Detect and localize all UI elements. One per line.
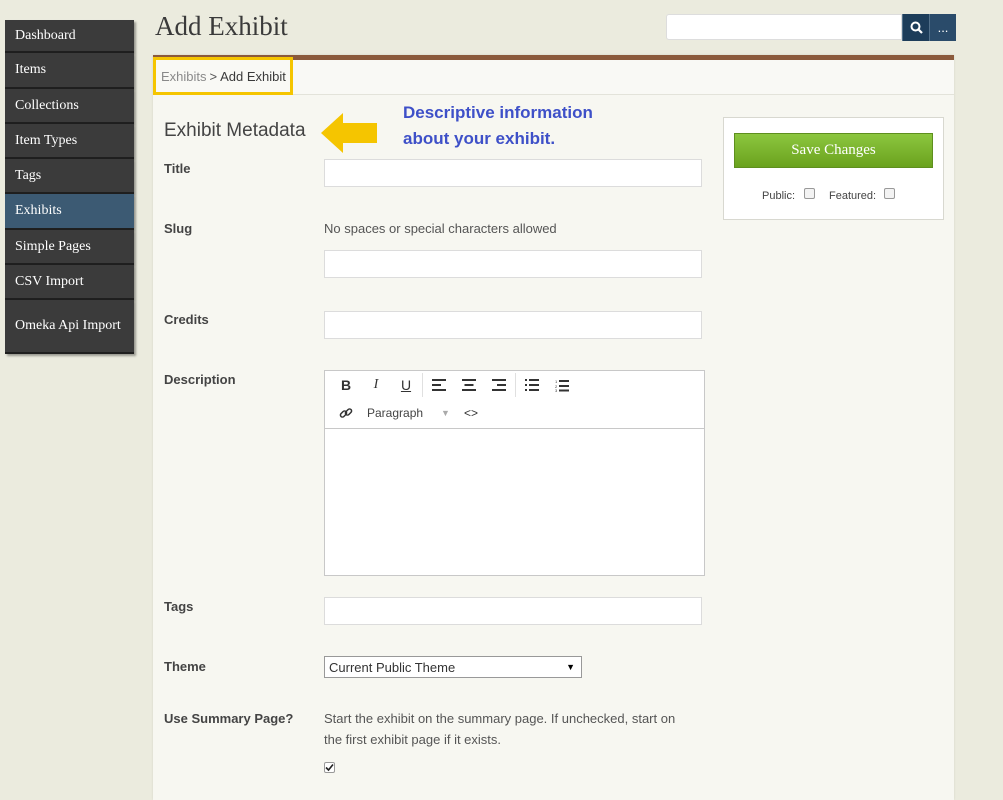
search-button[interactable] (902, 14, 929, 41)
annotation-line-2: about your exhibit. (403, 129, 556, 148)
bullet-list-icon[interactable] (517, 373, 547, 397)
chevron-down-icon: ▼ (566, 662, 575, 672)
annotation-line-1: Descriptive information (403, 103, 593, 122)
code-icon[interactable]: <> (456, 401, 486, 425)
advanced-search-button[interactable]: ... (929, 14, 956, 41)
slug-input[interactable] (324, 250, 702, 278)
sidebar-item-label: Collections (15, 97, 79, 113)
featured-label: Featured: (829, 190, 877, 202)
toolbar-divider (422, 373, 423, 397)
sidebar-item-item-types[interactable]: Item Types (5, 124, 134, 159)
format-dropdown[interactable]: Paragraph ▼ (361, 406, 456, 420)
public-label: Public: (762, 190, 796, 202)
sidebar-item-csv-import[interactable]: CSV Import (5, 265, 134, 300)
chevron-down-icon: ▼ (441, 408, 450, 418)
align-left-icon[interactable] (424, 373, 454, 397)
theme-select-value: Current Public Theme (329, 659, 456, 675)
credits-input[interactable] (324, 311, 702, 339)
sidebar-item-collections[interactable]: Collections (5, 89, 134, 124)
theme-select[interactable]: Current Public Theme ▼ (324, 656, 582, 678)
breadcrumb: Exhibits > Add Exhibit (153, 57, 293, 95)
sidebar-item-label: Exhibits (15, 203, 62, 218)
align-right-icon[interactable] (484, 373, 514, 397)
slug-hint: No spaces or special characters allowed (324, 221, 557, 236)
theme-label: Theme (164, 659, 206, 674)
tags-input[interactable] (324, 597, 702, 625)
sidebar-item-label: Simple Pages (15, 238, 91, 254)
numbered-list-icon[interactable]: 123 (547, 373, 577, 397)
sidebar-item-tags[interactable]: Tags (5, 159, 134, 194)
description-editor: B I U 123 Paragraph ▼ <> (324, 370, 705, 576)
sidebar-item-label: Omeka Api Import (15, 318, 121, 333)
search-bar: ... (666, 14, 956, 41)
summary-hint-line-1: Start the exhibit on the summary page. I… (324, 711, 676, 726)
breadcrumb-link-exhibits[interactable]: Exhibits (161, 69, 207, 84)
bold-icon[interactable]: B (331, 373, 361, 397)
arrow-left-icon (321, 113, 377, 153)
featured-checkbox[interactable] (884, 188, 895, 199)
search-input[interactable] (666, 14, 902, 40)
format-dropdown-label: Paragraph (367, 406, 424, 420)
search-icon (910, 21, 923, 34)
section-title: Exhibit Metadata (164, 120, 306, 141)
link-icon[interactable] (331, 401, 361, 425)
sidebar-nav: Dashboard Items Collections Item Types T… (3, 20, 134, 354)
description-label: Description (164, 372, 236, 387)
editor-content-area[interactable] (325, 429, 704, 576)
summary-label: Use Summary Page? (164, 711, 294, 726)
slug-label: Slug (164, 221, 193, 236)
align-center-icon[interactable] (454, 373, 484, 397)
editor-toolbar: B I U 123 Paragraph ▼ <> (325, 371, 704, 429)
sidebar-item-exhibits[interactable]: Exhibits (5, 194, 134, 230)
toolbar-divider (515, 373, 516, 397)
tags-label: Tags (164, 599, 194, 614)
sidebar-item-label: Dashboard (15, 27, 76, 43)
credits-label: Credits (164, 312, 209, 327)
sidebar-item-simple-pages[interactable]: Simple Pages (5, 230, 134, 265)
underline-icon[interactable]: U (391, 373, 421, 397)
summary-hint: Start the exhibit on the summary page. I… (324, 708, 675, 750)
public-checkbox[interactable] (804, 188, 815, 199)
sidebar-item-dashboard[interactable]: Dashboard (5, 20, 134, 53)
sidebar-item-label: Item Types (15, 132, 78, 148)
summary-checkbox[interactable] (324, 762, 335, 773)
page-title: Add Exhibit (155, 11, 288, 41)
breadcrumb-separator: > (209, 68, 218, 84)
sidebar-item-label: Tags (15, 167, 42, 183)
save-changes-button[interactable]: Save Changes (734, 133, 933, 168)
checkmark-icon (325, 763, 334, 772)
sidebar-item-label: Items (15, 62, 47, 77)
sidebar-item-omeka-api-import[interactable]: Omeka Api Import (5, 300, 134, 354)
title-input[interactable] (324, 159, 702, 187)
save-panel: Save Changes Public: Featured: (723, 117, 944, 220)
content-panel: Exhibits > Add Exhibit Exhibit Metadata … (153, 55, 954, 800)
svg-text:3: 3 (555, 388, 558, 392)
summary-hint-line-2: the first exhibit page if it exists. (324, 732, 502, 747)
sidebar-item-label: CSV Import (15, 273, 84, 289)
italic-icon[interactable]: I (361, 373, 391, 397)
annotation-callout: Descriptive information about your exhib… (403, 100, 663, 152)
sidebar-item-items[interactable]: Items (5, 53, 134, 89)
title-label: Title (164, 161, 191, 176)
breadcrumb-current: Add Exhibit (220, 68, 286, 84)
